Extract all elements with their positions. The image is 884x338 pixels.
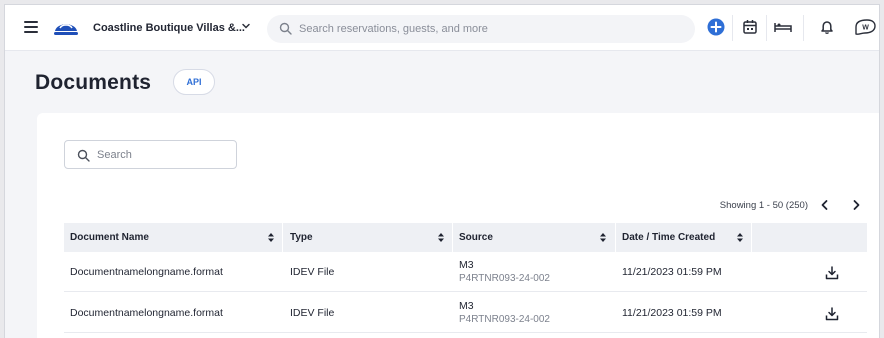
column-header-source[interactable]: Source (459, 223, 493, 252)
menu-icon[interactable] (24, 21, 38, 33)
pagination-summary: Showing 1 - 50 (250) (719, 200, 808, 211)
documents-panel: Showing 1 - 50 (250) Document Name Type … (37, 113, 879, 338)
api-badge[interactable]: API (173, 69, 215, 95)
download-icon[interactable] (824, 306, 840, 322)
document-source: M3 (459, 300, 474, 312)
global-search-input[interactable] (299, 19, 679, 39)
sort-icon[interactable] (736, 232, 744, 243)
bed-icon[interactable] (773, 17, 793, 37)
document-created: 11/21/2023 01:59 PM (622, 307, 722, 319)
top-bar: Coastline Boutique Villas &... Search re… (5, 5, 879, 51)
bell-icon[interactable] (817, 17, 837, 37)
table-row[interactable]: Documentnamelongname.format IDEV File M3… (64, 293, 867, 333)
search-icon (279, 22, 292, 35)
user-badge-icon[interactable]: W (853, 17, 877, 37)
previous-page-icon[interactable] (817, 197, 833, 213)
add-icon[interactable] (706, 17, 726, 37)
app-window: Coastline Boutique Villas &... Search re… (4, 4, 880, 338)
sort-icon[interactable] (267, 232, 275, 243)
document-created: 11/21/2023 01:59 PM (622, 266, 722, 278)
toolbar-divider (766, 15, 767, 41)
document-source: M3 (459, 259, 474, 271)
column-divider (452, 223, 453, 252)
table-row[interactable]: Documentnamelongname.format IDEV File M3… (64, 252, 867, 292)
table-header: Document Name Type Source Date / Time Cr… (64, 223, 867, 252)
document-type: IDEV File (290, 307, 335, 319)
column-header-document-name[interactable]: Document Name (70, 223, 149, 252)
page-title: Documents (35, 71, 152, 94)
documents-search-input[interactable] (97, 146, 227, 164)
toolbar-divider (732, 15, 733, 41)
document-name[interactable]: Documentnamelongname.format (70, 266, 223, 278)
sort-icon[interactable] (599, 232, 607, 243)
user-initials: W (862, 25, 869, 32)
document-source-id: P4RTNR093-24-002 (459, 273, 550, 284)
toolbar-divider (803, 15, 804, 41)
column-divider (615, 223, 616, 252)
document-type: IDEV File (290, 266, 335, 278)
column-divider (282, 223, 283, 252)
sort-icon[interactable] (437, 232, 445, 243)
logo-icon[interactable] (52, 17, 80, 37)
global-search[interactable] (267, 15, 695, 43)
column-divider (751, 223, 752, 252)
calendar-icon[interactable] (740, 17, 760, 37)
document-source-id: P4RTNR093-24-002 (459, 314, 550, 325)
chevron-down-icon[interactable] (241, 21, 251, 31)
property-selector[interactable]: Coastline Boutique Villas &... (93, 22, 245, 34)
document-name[interactable]: Documentnamelongname.format (70, 307, 223, 319)
column-header-date-created[interactable]: Date / Time Created (622, 223, 715, 252)
download-icon[interactable] (824, 265, 840, 281)
documents-search[interactable] (64, 140, 237, 169)
search-icon (77, 149, 90, 162)
next-page-icon[interactable] (848, 197, 864, 213)
column-header-type[interactable]: Type (290, 223, 313, 252)
